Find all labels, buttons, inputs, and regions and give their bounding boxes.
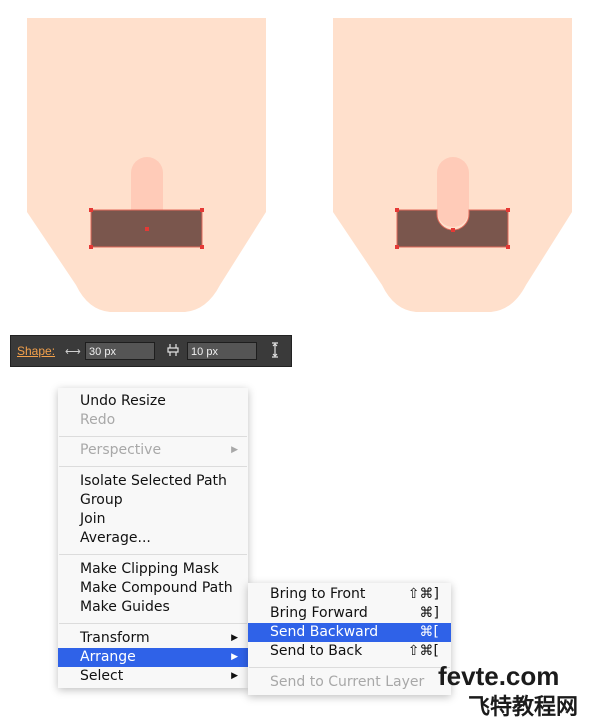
submenu-item-send-backward[interactable]: Send Backward ⌘[ bbox=[248, 623, 451, 642]
menu-item-average[interactable]: Average... bbox=[58, 529, 248, 548]
submenu-arrow-icon: ▶ bbox=[231, 445, 238, 455]
illustration-left bbox=[27, 18, 266, 312]
menu-item-make-guides[interactable]: Make Guides bbox=[58, 598, 248, 617]
menu-item-group[interactable]: Group bbox=[58, 491, 248, 510]
anchor-point[interactable] bbox=[200, 245, 204, 249]
constrain-link-icon[interactable] bbox=[165, 343, 181, 360]
watermark-site-cn: 飞特教程网 bbox=[468, 695, 579, 720]
width-icon: ⟷ bbox=[65, 345, 81, 358]
finger-shape-right[interactable] bbox=[437, 157, 469, 227]
anchor-point[interactable] bbox=[89, 245, 93, 249]
center-point bbox=[145, 227, 149, 231]
menu-item-arrange[interactable]: Arrange ▶ bbox=[58, 648, 248, 667]
height-icon bbox=[267, 341, 283, 361]
menu-item-label: Bring to Front bbox=[270, 586, 366, 602]
height-input[interactable]: 10 px bbox=[187, 342, 258, 360]
shortcut-label: ⇧⌘[ bbox=[407, 643, 439, 659]
watermark-site: fevte.com bbox=[438, 661, 560, 691]
menu-separator bbox=[59, 554, 247, 555]
menu-item-transform[interactable]: Transform ▶ bbox=[58, 629, 248, 648]
menu-item-make-clipping-mask[interactable]: Make Clipping Mask bbox=[58, 560, 248, 579]
submenu-arrow-icon: ▶ bbox=[231, 633, 238, 643]
illustration-right bbox=[333, 18, 572, 312]
arrange-submenu: Bring to Front ⇧⌘] Bring Forward ⌘] Send… bbox=[248, 583, 451, 695]
menu-item-redo: Redo bbox=[80, 412, 116, 428]
shortcut-label: ⌘[ bbox=[419, 624, 439, 640]
menu-item-join[interactable]: Join bbox=[58, 510, 248, 529]
menu-item-make-compound-path[interactable]: Make Compound Path bbox=[58, 579, 248, 598]
menu-item-isolate-selected-path[interactable]: Isolate Selected Path bbox=[58, 472, 248, 491]
menu-item-label: Bring Forward bbox=[270, 605, 368, 621]
menu-separator bbox=[59, 466, 247, 467]
menu-item-label: Send to Back bbox=[270, 643, 363, 659]
anchor-point[interactable] bbox=[200, 208, 204, 212]
shortcut-label: ⌘] bbox=[419, 605, 439, 621]
anchor-point[interactable] bbox=[451, 228, 455, 232]
anchor-point[interactable] bbox=[506, 245, 510, 249]
submenu-arrow-icon: ▶ bbox=[231, 671, 238, 681]
menu-item-label: Perspective bbox=[80, 442, 162, 458]
submenu-item-send-to-back[interactable]: Send to Back ⇧⌘[ bbox=[248, 642, 451, 661]
anchor-point[interactable] bbox=[506, 208, 510, 212]
context-menu: Undo Resize Redo Perspective ▶ Isolate S… bbox=[58, 388, 248, 688]
menu-item-label: Transform bbox=[80, 630, 150, 646]
width-input[interactable]: 30 px bbox=[85, 342, 156, 360]
anchor-point[interactable] bbox=[395, 245, 399, 249]
menu-item-select[interactable]: Select ▶ bbox=[58, 667, 248, 686]
menu-item-undo-resize[interactable]: Undo Resize bbox=[58, 392, 248, 411]
menu-item-label: Select bbox=[80, 668, 124, 684]
submenu-item-bring-forward[interactable]: Bring Forward ⌘] bbox=[248, 604, 451, 623]
menu-separator bbox=[249, 667, 450, 668]
menu-item-perspective: Perspective ▶ bbox=[58, 441, 248, 460]
menu-item-label: Arrange bbox=[80, 649, 136, 665]
submenu-item-bring-to-front[interactable]: Bring to Front ⇧⌘] bbox=[248, 585, 451, 604]
menu-separator bbox=[59, 436, 247, 437]
shape-label[interactable]: Shape: bbox=[17, 344, 55, 358]
menu-separator bbox=[59, 623, 247, 624]
anchor-point[interactable] bbox=[89, 208, 93, 212]
artboard bbox=[27, 18, 572, 312]
submenu-item-send-to-current-layer: Send to Current Layer bbox=[270, 674, 425, 690]
shape-toolbar: Shape: ⟷ 30 px 10 px bbox=[10, 335, 292, 367]
shortcut-label: ⇧⌘] bbox=[407, 586, 439, 602]
anchor-point[interactable] bbox=[395, 208, 399, 212]
submenu-arrow-icon: ▶ bbox=[231, 652, 238, 662]
menu-item-label: Send Backward bbox=[270, 624, 379, 640]
